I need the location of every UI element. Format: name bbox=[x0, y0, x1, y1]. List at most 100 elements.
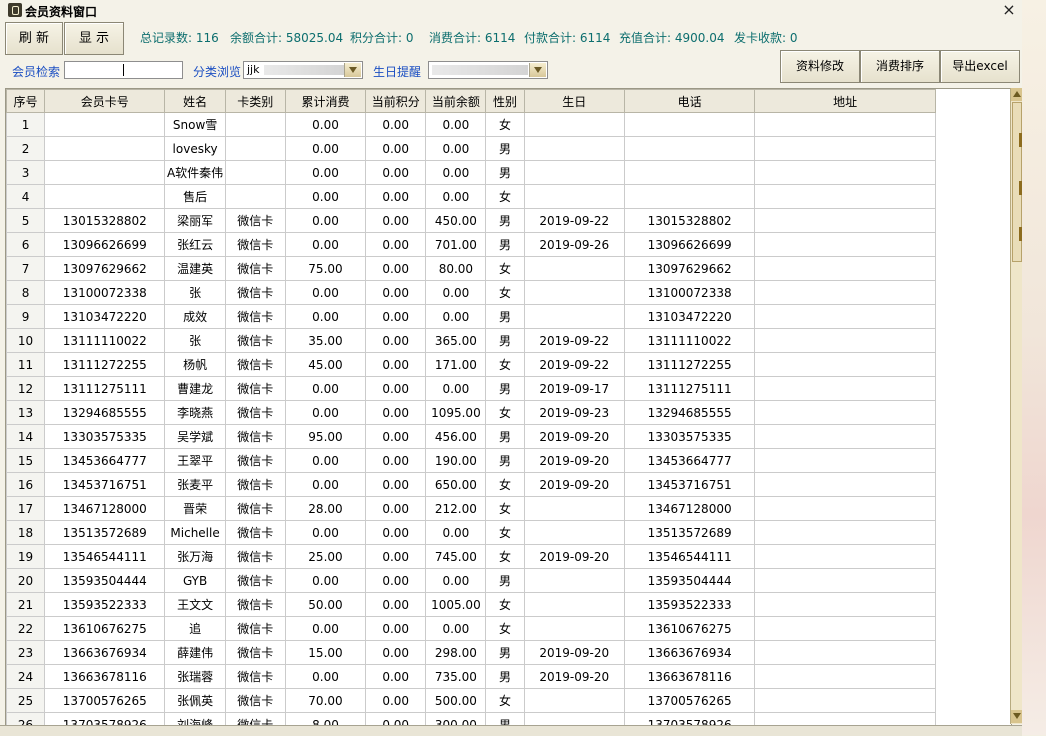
table-cell: 190.00 bbox=[425, 448, 487, 473]
table-cell: 0.00 bbox=[365, 328, 427, 353]
search-input[interactable] bbox=[64, 61, 183, 79]
table-cell: 微信卡 bbox=[224, 376, 286, 401]
table-cell: 女 bbox=[485, 592, 525, 617]
birthday-select[interactable] bbox=[428, 61, 548, 79]
table-cell: 女 bbox=[485, 112, 525, 137]
table-cell: 13294685555 bbox=[623, 400, 756, 425]
column-header[interactable]: 姓名 bbox=[164, 89, 226, 113]
table-cell: 0.00 bbox=[365, 592, 427, 617]
table-row[interactable]: 1 Snow雪 0.00 0.00 0.00 女 bbox=[6, 112, 936, 137]
table-cell: 75.00 bbox=[284, 256, 367, 281]
table-cell: 11 bbox=[6, 352, 46, 377]
table-row[interactable]: 9 13103472220 成效 微信卡 0.00 0.00 0.00 男 1310347222… bbox=[6, 304, 936, 329]
table-cell bbox=[523, 256, 625, 281]
table-row[interactable]: 8 13100072338 张微信卡 0.00 0.00 0.00 女 13100072338 bbox=[6, 280, 936, 305]
table-cell: 15.00 bbox=[284, 640, 367, 665]
table-cell: 13593522333 bbox=[623, 592, 756, 617]
table-row[interactable]: 22 13610676275 追微信卡 0.00 0.00 0.00 女 1361067627… bbox=[6, 616, 936, 641]
table-row[interactable]: 24 13663678116 张瑞蓉 微信卡 0.00 0.00 735.00 男 2019-0… bbox=[6, 664, 936, 689]
export-excel-button[interactable]: 导出excel bbox=[940, 50, 1020, 83]
show-button[interactable]: 显 示 bbox=[64, 22, 124, 55]
column-header[interactable]: 序号 bbox=[6, 89, 46, 113]
category-select-fill bbox=[264, 65, 344, 75]
table-cell: 13303575335 bbox=[623, 424, 756, 449]
column-header[interactable]: 会员卡号 bbox=[44, 89, 166, 113]
table-row[interactable]: 5 13015328802 梁丽军 微信卡 0.00 0.00 450.00 男 2019-09… bbox=[6, 208, 936, 233]
scroll-thumb[interactable] bbox=[1012, 102, 1023, 262]
table-row[interactable]: 2 lovesky 0.00 0.00 0.00 男 bbox=[6, 136, 936, 161]
column-header[interactable]: 累计消费 bbox=[284, 89, 367, 113]
table-cell: 成效 bbox=[164, 304, 226, 329]
table-cell: 13453716751 bbox=[623, 472, 756, 497]
table-row[interactable]: 13 13294685555 李晓燕 微信卡 0.00 0.00 1095.00 女 2019-… bbox=[6, 400, 936, 425]
table-cell: 0.00 bbox=[365, 400, 427, 425]
birthday-select-fill bbox=[432, 65, 528, 75]
table-row[interactable]: 26 13703578926 刘海峰 微信卡 8.00 0.00 300.00 男 137035… bbox=[6, 712, 936, 725]
table-cell: 701.00 bbox=[425, 232, 487, 257]
column-header[interactable]: 当前余额 bbox=[425, 89, 487, 113]
table-row[interactable]: 15 13453664777 王翠平 微信卡 0.00 0.00 190.00 男 2019-0… bbox=[6, 448, 936, 473]
table-cell: 0.00 bbox=[284, 400, 367, 425]
table-row[interactable]: 16 13453716751 张麦平 微信卡 0.00 0.00 650.00 女 2019-0… bbox=[6, 472, 936, 497]
table-cell: 男 bbox=[485, 160, 525, 185]
table-cell bbox=[44, 160, 166, 185]
column-header[interactable]: 当前积分 bbox=[365, 89, 427, 113]
table-cell: 0.00 bbox=[284, 616, 367, 641]
table-cell: 13700576265 bbox=[623, 688, 756, 713]
table-row[interactable]: 10 13111110022 张微信卡 35.00 0.00 365.00 男 2019-09… bbox=[6, 328, 936, 353]
refresh-button[interactable]: 刷 新 bbox=[5, 22, 63, 55]
table-cell: 0.00 bbox=[365, 136, 427, 161]
table-cell: 晋荣 bbox=[164, 496, 226, 521]
column-header[interactable]: 地址 bbox=[754, 89, 936, 113]
table-row[interactable]: 11 13111272255 杨帆 微信卡 45.00 0.00 171.00 女 2019-0… bbox=[6, 352, 936, 377]
table-cell: 0.00 bbox=[365, 112, 427, 137]
column-header[interactable]: 生日 bbox=[523, 89, 625, 113]
table-row[interactable]: 18 13513572689 Michelle 微信卡 0.00 0.00 0.00 女 135… bbox=[6, 520, 936, 545]
table-row[interactable]: 4 售后 0.00 0.00 0.00 女 bbox=[6, 184, 936, 209]
table-row[interactable]: 6 13096626699 张红云 微信卡 0.00 0.00 701.00 男 2019-09… bbox=[6, 232, 936, 257]
table-cell: 女 bbox=[485, 280, 525, 305]
table-row[interactable]: 20 13593504444 GYB 微信卡 0.00 0.00 0.00 男 13593504… bbox=[6, 568, 936, 593]
table-cell: 女 bbox=[485, 400, 525, 425]
table-row[interactable]: 17 13467128000 晋荣 微信卡 28.00 0.00 212.00 女 134671… bbox=[6, 496, 936, 521]
chevron-down-icon[interactable] bbox=[344, 63, 361, 77]
category-select[interactable]: jjk bbox=[243, 61, 363, 79]
table-cell: 0.00 bbox=[365, 472, 427, 497]
column-header[interactable]: 电话 bbox=[623, 89, 756, 113]
table-row[interactable]: 21 13593522333 王文文 微信卡 50.00 0.00 1005.00 女 1359… bbox=[6, 592, 936, 617]
member-grid[interactable]: 序号 会员卡号 姓名 卡类别 累计消费 当前积分 当前余额 性别 生日 电话 地址 1 Snow雪 0.… bbox=[5, 88, 1012, 726]
table-cell: 女 bbox=[485, 616, 525, 641]
table-cell: 17 bbox=[6, 496, 46, 521]
table-row[interactable]: 12 13111275111 曹建龙 微信卡 0.00 0.00 0.00 男 2019-09-… bbox=[6, 376, 936, 401]
table-cell: 男 bbox=[485, 712, 525, 725]
status-strip bbox=[0, 725, 1022, 736]
consume-sort-button[interactable]: 消费排序 bbox=[860, 50, 940, 83]
table-row[interactable]: 19 13546544111 张万海 微信卡 25.00 0.00 745.00 女 2019-… bbox=[6, 544, 936, 569]
table-cell: 男 bbox=[485, 304, 525, 329]
table-cell: 2019-09-26 bbox=[523, 232, 625, 257]
table-row[interactable]: 3 A软件秦伟 0.00 0.00 0.00 男 bbox=[6, 160, 936, 185]
stat-recharge-total: 充值合计: 4900.04 bbox=[619, 31, 725, 45]
table-row[interactable]: 7 13097629662 温建英 微信卡 75.00 0.00 80.00 女 1309762… bbox=[6, 256, 936, 281]
close-button[interactable]: × bbox=[1000, 1, 1018, 19]
table-cell: 13663678116 bbox=[623, 664, 756, 689]
table-cell: 13111275111 bbox=[623, 376, 756, 401]
table-row[interactable]: 25 13700576265 张佩英 微信卡 70.00 0.00 500.00 女 13700… bbox=[6, 688, 936, 713]
table-cell: 微信卡 bbox=[224, 400, 286, 425]
table-cell: 8.00 bbox=[284, 712, 367, 725]
table-row[interactable]: 14 13303575335 吴学斌 微信卡 95.00 0.00 456.00 男 2019-… bbox=[6, 424, 936, 449]
table-cell: 13 bbox=[6, 400, 46, 425]
chevron-down-icon[interactable] bbox=[529, 63, 546, 77]
table-cell: 曹建龙 bbox=[164, 376, 226, 401]
edit-profile-button[interactable]: 资料修改 bbox=[780, 50, 860, 83]
column-header[interactable]: 卡类别 bbox=[224, 89, 286, 113]
table-cell: 0.00 bbox=[284, 136, 367, 161]
table-cell: 13294685555 bbox=[44, 400, 166, 425]
table-cell: 女 bbox=[485, 688, 525, 713]
table-cell bbox=[523, 520, 625, 545]
table-cell: 0.00 bbox=[284, 232, 367, 257]
table-cell: 13096626699 bbox=[623, 232, 756, 257]
column-header[interactable]: 性别 bbox=[485, 89, 525, 113]
table-row[interactable]: 23 13663676934 薛建伟 微信卡 15.00 0.00 298.00 男 2019-… bbox=[6, 640, 936, 665]
table-cell bbox=[754, 232, 936, 257]
